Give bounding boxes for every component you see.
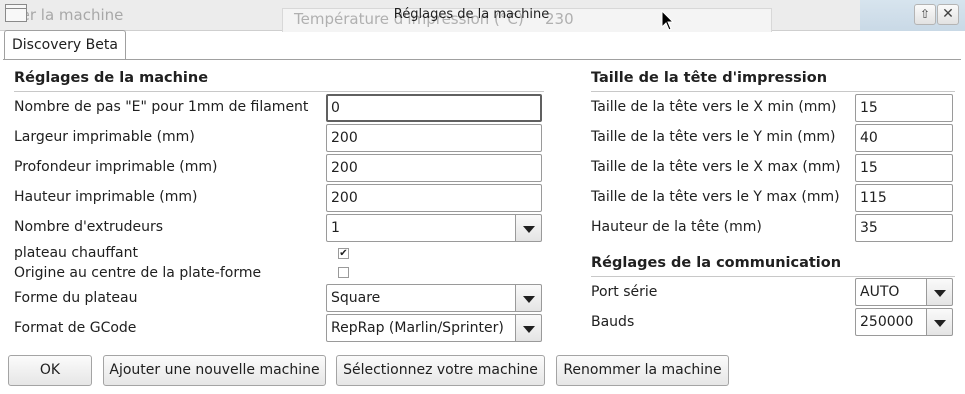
add-machine-button[interactable]: Ajouter une nouvelle machine xyxy=(103,355,326,386)
head-xmin-input[interactable]: 15 xyxy=(855,94,953,122)
head-ymax-label: Taille de la tête vers le Y max (mm) xyxy=(591,189,840,205)
head-ymin-input[interactable]: 40 xyxy=(855,124,953,152)
machine-settings-title: Réglages de la machine xyxy=(14,70,209,86)
height-label: Hauteur imprimable (mm) xyxy=(14,189,198,205)
heated-bed-label: plateau chauffant xyxy=(14,245,138,261)
head-size-divider xyxy=(591,91,955,92)
title-bar: mer la machine Température d'impression … xyxy=(0,0,965,32)
width-label: Largeur imprimable (mm) xyxy=(14,129,195,145)
rename-machine-button[interactable]: Renommer la machine xyxy=(556,355,729,386)
extruders-dropdown-button[interactable] xyxy=(516,214,542,242)
close-button[interactable]: ✕ xyxy=(937,4,959,25)
bed-shape-select[interactable]: Square xyxy=(326,284,516,312)
gcode-dropdown-button[interactable] xyxy=(516,314,542,342)
extruders-label: Nombre d'extrudeurs xyxy=(14,219,164,235)
center-origin-checkbox[interactable] xyxy=(338,267,349,278)
serial-port-select[interactable]: AUTO xyxy=(855,278,927,306)
head-height-label: Hauteur de la tête (mm) xyxy=(591,219,762,235)
head-height-input[interactable]: 35 xyxy=(855,214,953,242)
window-title: Réglages de la machine xyxy=(393,7,550,22)
gcode-select[interactable]: RepRap (Marlin/Sprinter) xyxy=(326,314,516,342)
baud-dropdown-button[interactable] xyxy=(927,308,953,336)
extruders-select[interactable]: 1 xyxy=(326,214,516,242)
check-icon: ✔ xyxy=(339,248,348,259)
baud-select[interactable]: 250000 xyxy=(855,308,927,336)
up-arrow-icon: ⇧ xyxy=(919,7,931,21)
bed-shape-dropdown-button[interactable] xyxy=(516,284,542,312)
machine-settings-divider xyxy=(14,91,544,92)
gcode-label: Format de GCode xyxy=(14,320,137,336)
depth-input[interactable]: 200 xyxy=(326,154,542,182)
heated-bed-checkbox[interactable]: ✔ xyxy=(338,248,349,259)
close-icon: ✕ xyxy=(942,6,954,22)
baud-label: Bauds xyxy=(591,314,635,330)
tab-discovery-beta[interactable]: Discovery Beta xyxy=(4,30,126,60)
steps-label: Nombre de pas "E" pour 1mm de filament xyxy=(14,99,309,115)
head-xmax-input[interactable]: 15 xyxy=(855,154,953,182)
head-ymax-input[interactable]: 115 xyxy=(855,184,953,212)
head-xmax-label: Taille de la tête vers le X max (mm) xyxy=(591,159,841,175)
serial-port-dropdown-button[interactable] xyxy=(927,278,953,306)
center-origin-label: Origine au centre de la plate-forme xyxy=(14,265,262,281)
maximize-button[interactable]: ⇧ xyxy=(914,4,936,25)
steps-input[interactable]: 0 xyxy=(326,94,542,122)
mouse-cursor-icon xyxy=(661,10,675,31)
head-size-title: Taille de la tête d'impression xyxy=(591,70,828,86)
select-machine-button[interactable]: Sélectionnez votre machine xyxy=(336,355,545,386)
head-xmin-label: Taille de la tête vers le X min (mm) xyxy=(591,99,837,115)
communication-title: Réglages de la communication xyxy=(591,255,842,271)
bed-shape-label: Forme du plateau xyxy=(14,290,138,306)
ok-button[interactable]: OK xyxy=(8,355,92,386)
width-input[interactable]: 200 xyxy=(326,124,542,152)
serial-port-label: Port série xyxy=(591,284,658,300)
depth-label: Profondeur imprimable (mm) xyxy=(14,159,218,175)
communication-divider xyxy=(591,276,955,277)
head-ymin-label: Taille de la tête vers le Y min (mm) xyxy=(591,129,836,145)
height-input[interactable]: 200 xyxy=(326,184,542,212)
